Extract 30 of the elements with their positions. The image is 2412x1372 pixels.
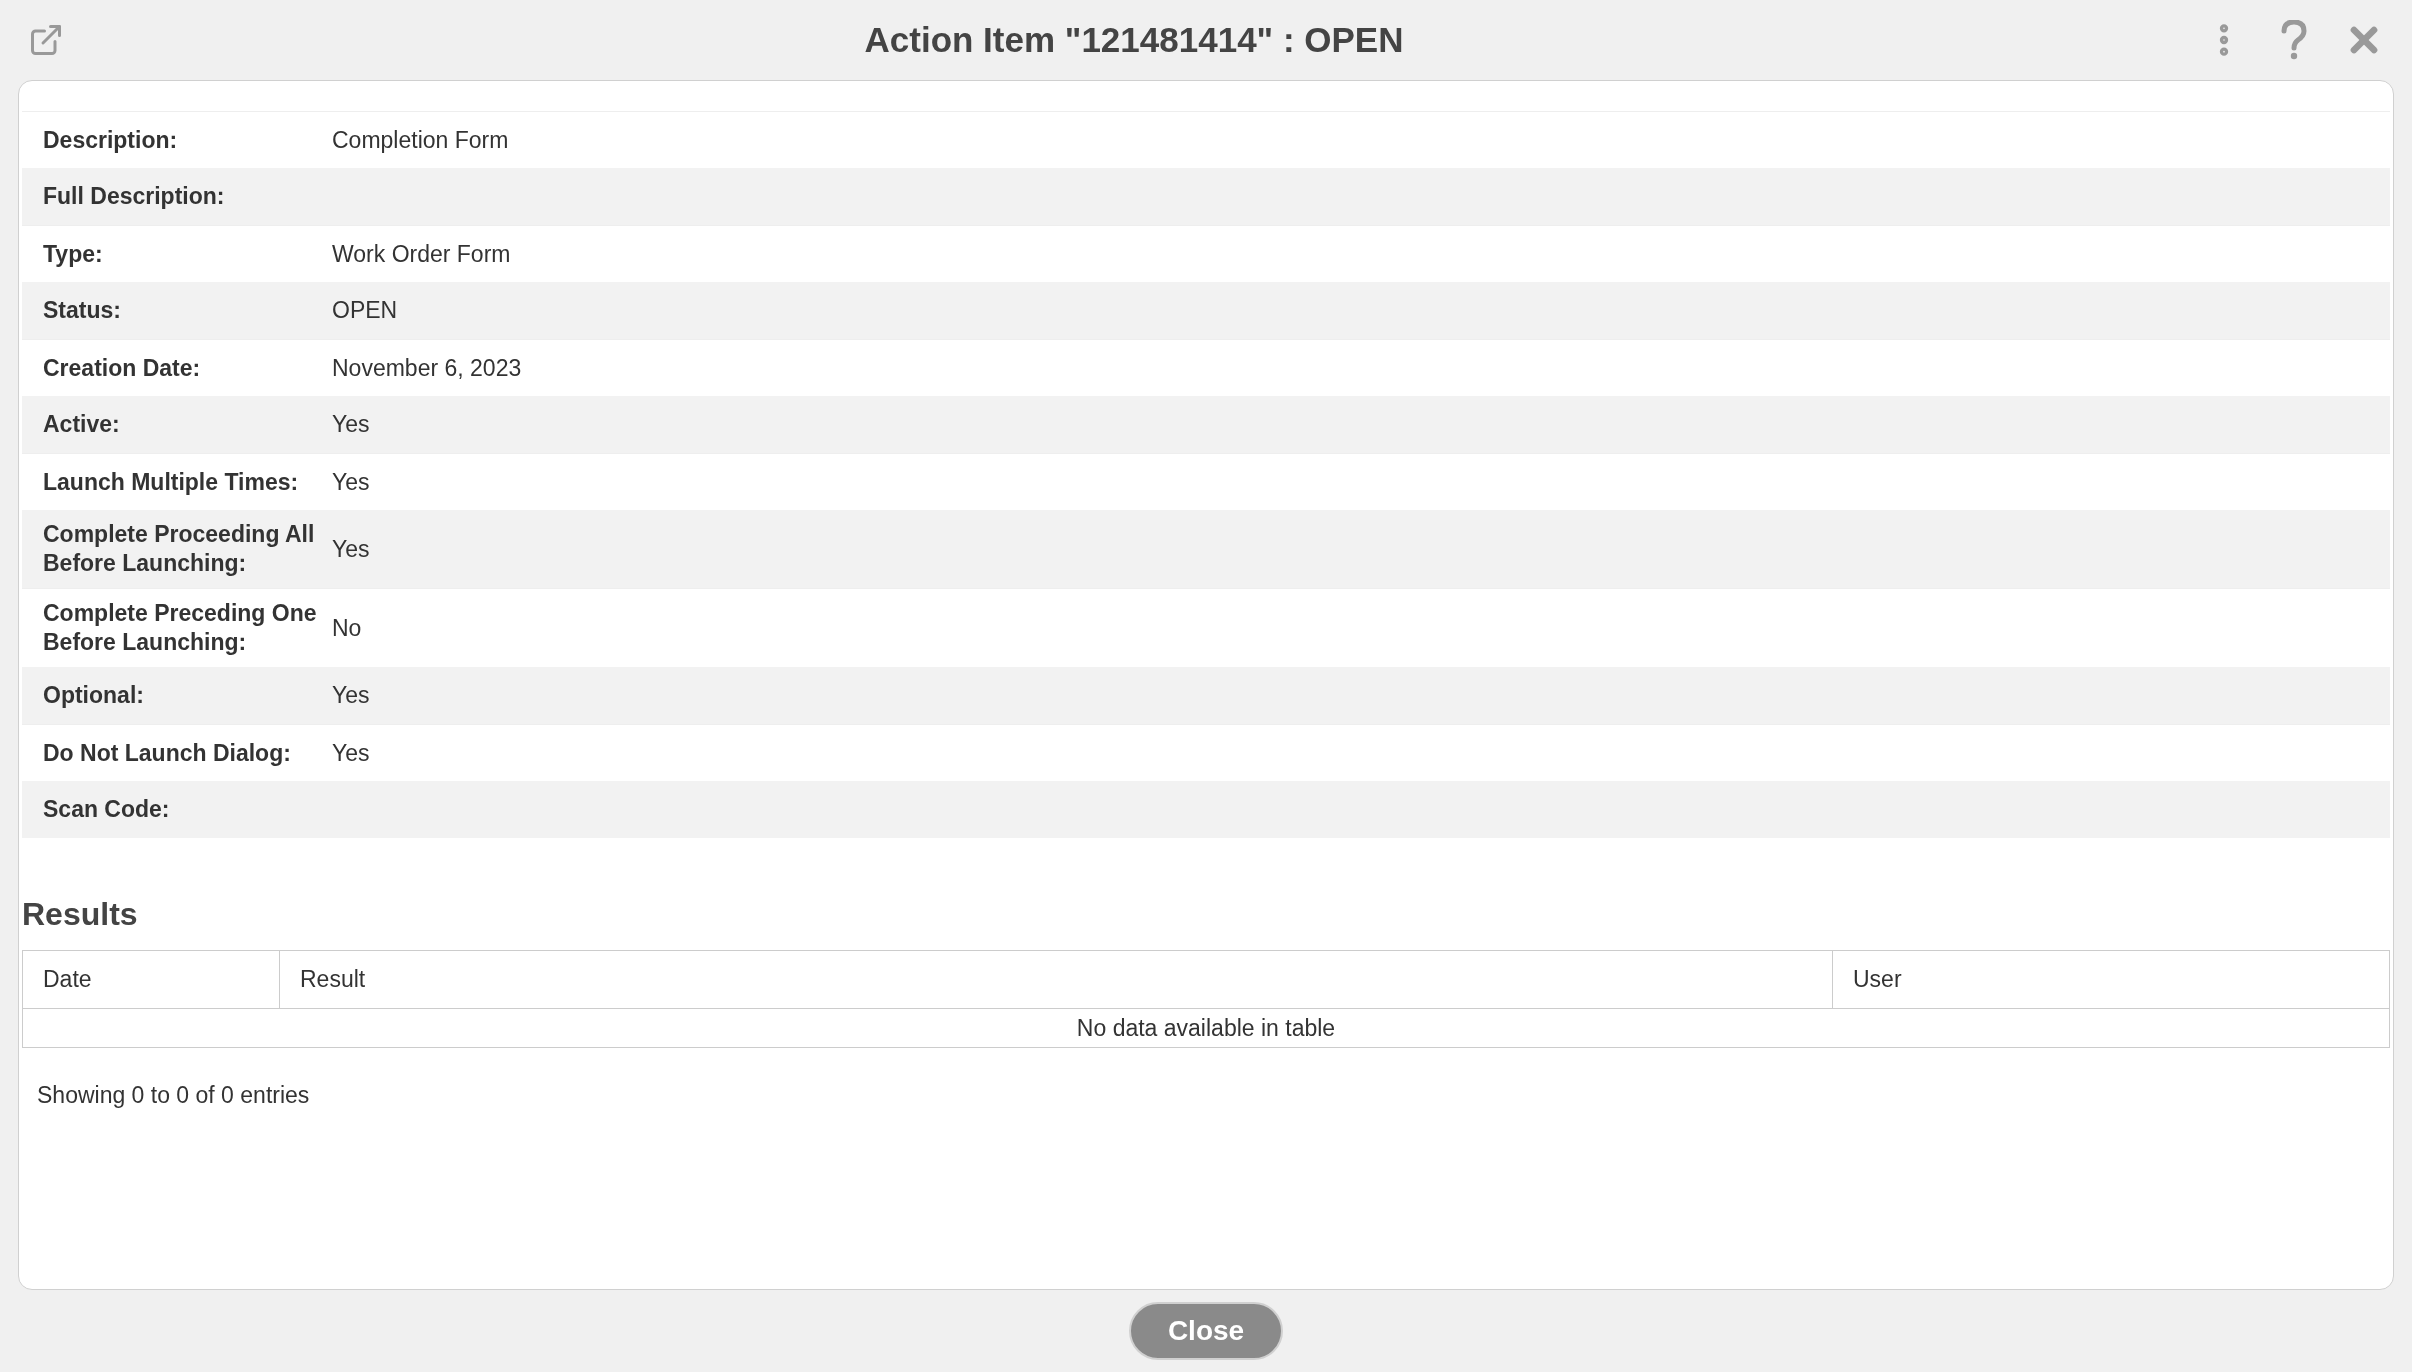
field-label: Launch Multiple Times: bbox=[42, 467, 300, 497]
field-value: November 6, 2023 bbox=[332, 353, 522, 383]
field-value: Yes bbox=[332, 467, 370, 497]
open-external-icon[interactable] bbox=[28, 22, 64, 58]
field-value: Work Order Form bbox=[332, 239, 511, 269]
field-label: Type: bbox=[42, 239, 104, 269]
field-label: Full Description: bbox=[42, 182, 226, 211]
field-label: Active: bbox=[42, 410, 121, 439]
field-value: Yes bbox=[332, 534, 370, 564]
field-label: Complete Preceding One Before Launching: bbox=[42, 599, 318, 657]
field-value: Yes bbox=[332, 410, 370, 440]
field-label: Description: bbox=[42, 125, 179, 155]
field-value: Yes bbox=[332, 681, 370, 711]
field-value: Completion Form bbox=[332, 125, 509, 155]
column-header[interactable]: User bbox=[1833, 951, 2389, 1008]
section-heading: Results bbox=[22, 896, 138, 932]
entries-info: Showing 0 to 0 of 0 entries bbox=[37, 1082, 310, 1108]
field-label: Scan Code: bbox=[42, 795, 171, 824]
field-label: Do Not Launch Dialog: bbox=[42, 738, 292, 768]
window-title: Action Item "121481414" : OPEN bbox=[864, 18, 1404, 61]
empty-table-message: No data available in table bbox=[1076, 1013, 1336, 1043]
field-label: Complete Proceeding All Before Launching: bbox=[42, 520, 316, 578]
field-value: OPEN bbox=[332, 296, 398, 326]
field-value: No bbox=[332, 613, 362, 643]
field-value: Yes bbox=[332, 738, 370, 768]
field-label: Status: bbox=[42, 296, 122, 325]
column-header[interactable]: Result bbox=[279, 951, 1833, 1008]
field-label: Optional: bbox=[42, 681, 145, 710]
column-header[interactable]: Date bbox=[23, 951, 279, 1008]
field-label: Creation Date: bbox=[42, 353, 202, 383]
